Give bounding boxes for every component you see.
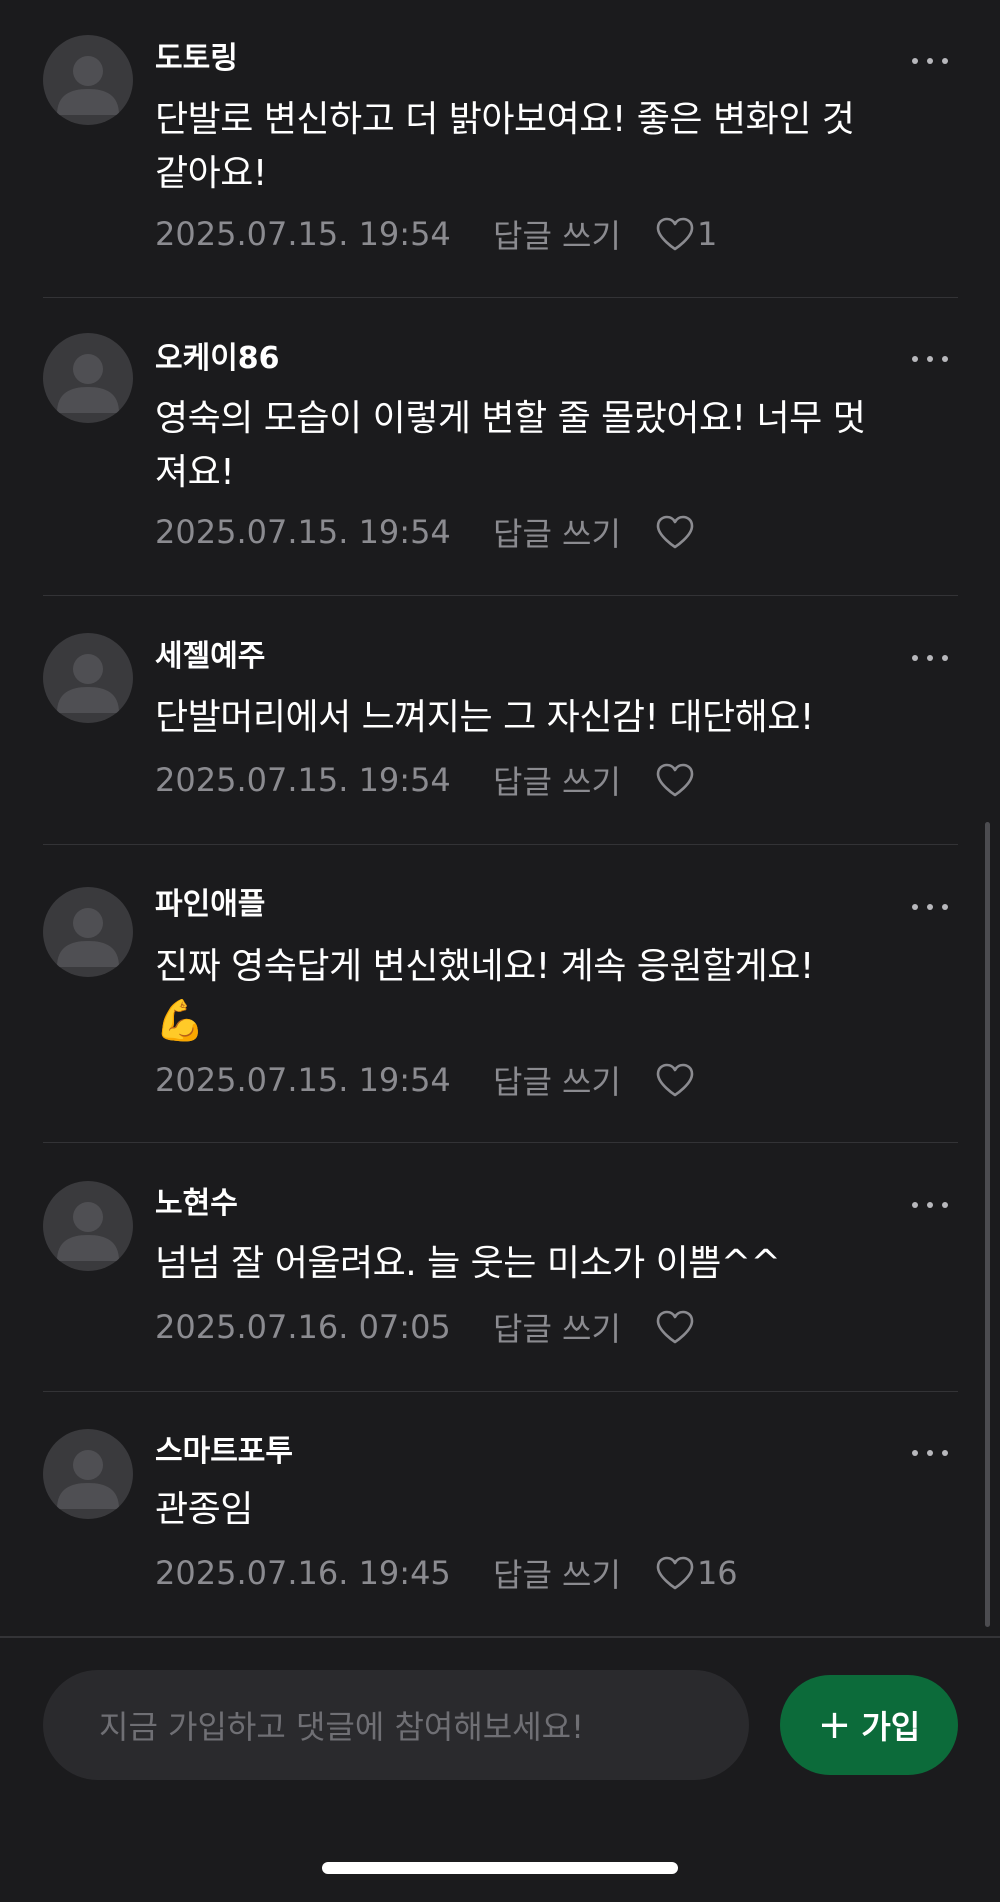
comment-text-line: 같아요! [155,153,267,194]
like-button[interactable] [655,514,697,550]
comment-username[interactable]: 스마트포투 [155,1432,293,1472]
heart-icon [656,1556,694,1590]
comment-username[interactable]: 오케이86 [155,339,280,379]
comment-date: 2025.07.15. 19:54 [155,761,451,799]
like-button[interactable] [655,762,697,798]
default-user-icon [57,1202,119,1261]
like-button[interactable] [655,1062,697,1098]
composer-divider [0,1636,1000,1638]
comment-meta: 2025.07.15. 19:54 답글 쓰기 1 [155,211,717,257]
like-button[interactable]: 1 [655,215,717,253]
comment-input[interactable]: 지금 가입하고 댓글에 참여해보세요! [43,1670,749,1780]
default-user-icon [57,1450,119,1509]
heart-icon [656,1310,694,1344]
comment-text-line: 넘넘 잘 어울려요. 늘 웃는 미소가 이쁨^^ [155,1243,781,1284]
heart-icon [656,763,694,797]
default-user-icon [57,56,119,115]
join-button-label: 가입 [861,1708,921,1746]
comment-text: 넘넘 잘 어울려요. 늘 웃는 미소가 이쁨^^ [155,1237,955,1291]
reply-button[interactable]: 답글 쓰기 [493,1304,621,1350]
more-options-icon[interactable] [908,46,952,76]
comment-text-line: 진짜 영숙답게 변신했네요! 계속 응원할게요! [155,946,814,987]
comment-text-line: 영숙의 모습이 이렇게 변할 줄 몰랐어요! 너무 멋 [155,398,866,439]
heart-icon [656,1063,694,1097]
comment-text-line: 져요! [155,452,235,493]
comment-username[interactable]: 노현수 [155,1184,238,1224]
more-options-icon[interactable] [908,1190,952,1220]
comment-text: 단발머리에서 느껴지는 그 자신감! 대단해요! [155,691,955,745]
scrollbar[interactable] [985,822,990,1627]
home-indicator[interactable] [322,1862,678,1874]
like-count: 16 [696,1554,738,1592]
comments-screen: 도토링 단발로 변신하고 더 밝아보여요! 좋은 변화인 것 같아요! 2025… [0,0,1000,1902]
avatar[interactable] [43,633,133,723]
comment-date: 2025.07.16. 07:05 [155,1308,451,1346]
comment-username[interactable]: 세젤예주 [155,637,265,677]
divider [43,1391,958,1392]
more-options-icon[interactable] [908,892,952,922]
comment-text: 영숙의 모습이 이렇게 변할 줄 몰랐어요! 너무 멋 져요! [155,392,955,500]
comment-username[interactable]: 도토링 [155,39,238,79]
flexed-biceps-emoji: 💪 [155,998,205,1044]
comment-text-line: 단발로 변신하고 더 밝아보여요! 좋은 변화인 것 [155,99,855,140]
heart-icon [656,515,694,549]
like-button[interactable] [655,1309,697,1345]
avatar[interactable] [43,35,133,125]
comment-date: 2025.07.16. 19:45 [155,1554,451,1592]
more-options-icon[interactable] [908,344,952,374]
avatar[interactable] [43,1429,133,1519]
comment-text: 단발로 변신하고 더 밝아보여요! 좋은 변화인 것 같아요! [155,93,955,201]
comment-meta: 2025.07.15. 19:54 답글 쓰기 [155,757,697,803]
reply-button[interactable]: 답글 쓰기 [493,1550,621,1596]
reply-button[interactable]: 답글 쓰기 [493,509,621,555]
divider [43,595,958,596]
comment-input-placeholder: 지금 가입하고 댓글에 참여해보세요! [99,1708,584,1746]
divider [43,297,958,298]
plus-icon: + [817,1702,852,1748]
avatar[interactable] [43,1181,133,1271]
comment-date: 2025.07.15. 19:54 [155,215,451,253]
reply-button[interactable]: 답글 쓰기 [493,757,621,803]
divider [43,1142,958,1143]
avatar[interactable] [43,887,133,977]
comment-date: 2025.07.15. 19:54 [155,1061,451,1099]
comment-text: 진짜 영숙답게 변신했네요! 계속 응원할게요! 💪 [155,940,955,1048]
more-options-icon[interactable] [908,643,952,673]
comment-meta: 2025.07.16. 07:05 답글 쓰기 [155,1304,697,1350]
comment-meta: 2025.07.15. 19:54 답글 쓰기 [155,509,697,555]
comment-meta: 2025.07.16. 19:45 답글 쓰기 16 [155,1550,738,1596]
comment-text-line: 단발머리에서 느껴지는 그 자신감! 대단해요! [155,697,814,738]
like-count: 1 [696,215,718,253]
more-options-icon[interactable] [908,1438,952,1468]
divider [43,844,958,845]
comment-username[interactable]: 파인애플 [155,885,265,925]
avatar[interactable] [43,333,133,423]
comment-meta: 2025.07.15. 19:54 답글 쓰기 [155,1057,697,1103]
reply-button[interactable]: 답글 쓰기 [493,1057,621,1103]
reply-button[interactable]: 답글 쓰기 [493,211,621,257]
like-button[interactable]: 16 [655,1554,738,1592]
default-user-icon [57,354,119,413]
heart-icon [656,217,694,251]
default-user-icon [57,654,119,713]
comment-text: 관종임 [155,1483,955,1537]
comment-text-line: 관종임 [155,1489,253,1530]
comment-date: 2025.07.15. 19:54 [155,513,451,551]
join-button[interactable]: + 가입 [780,1675,958,1775]
default-user-icon [57,908,119,967]
